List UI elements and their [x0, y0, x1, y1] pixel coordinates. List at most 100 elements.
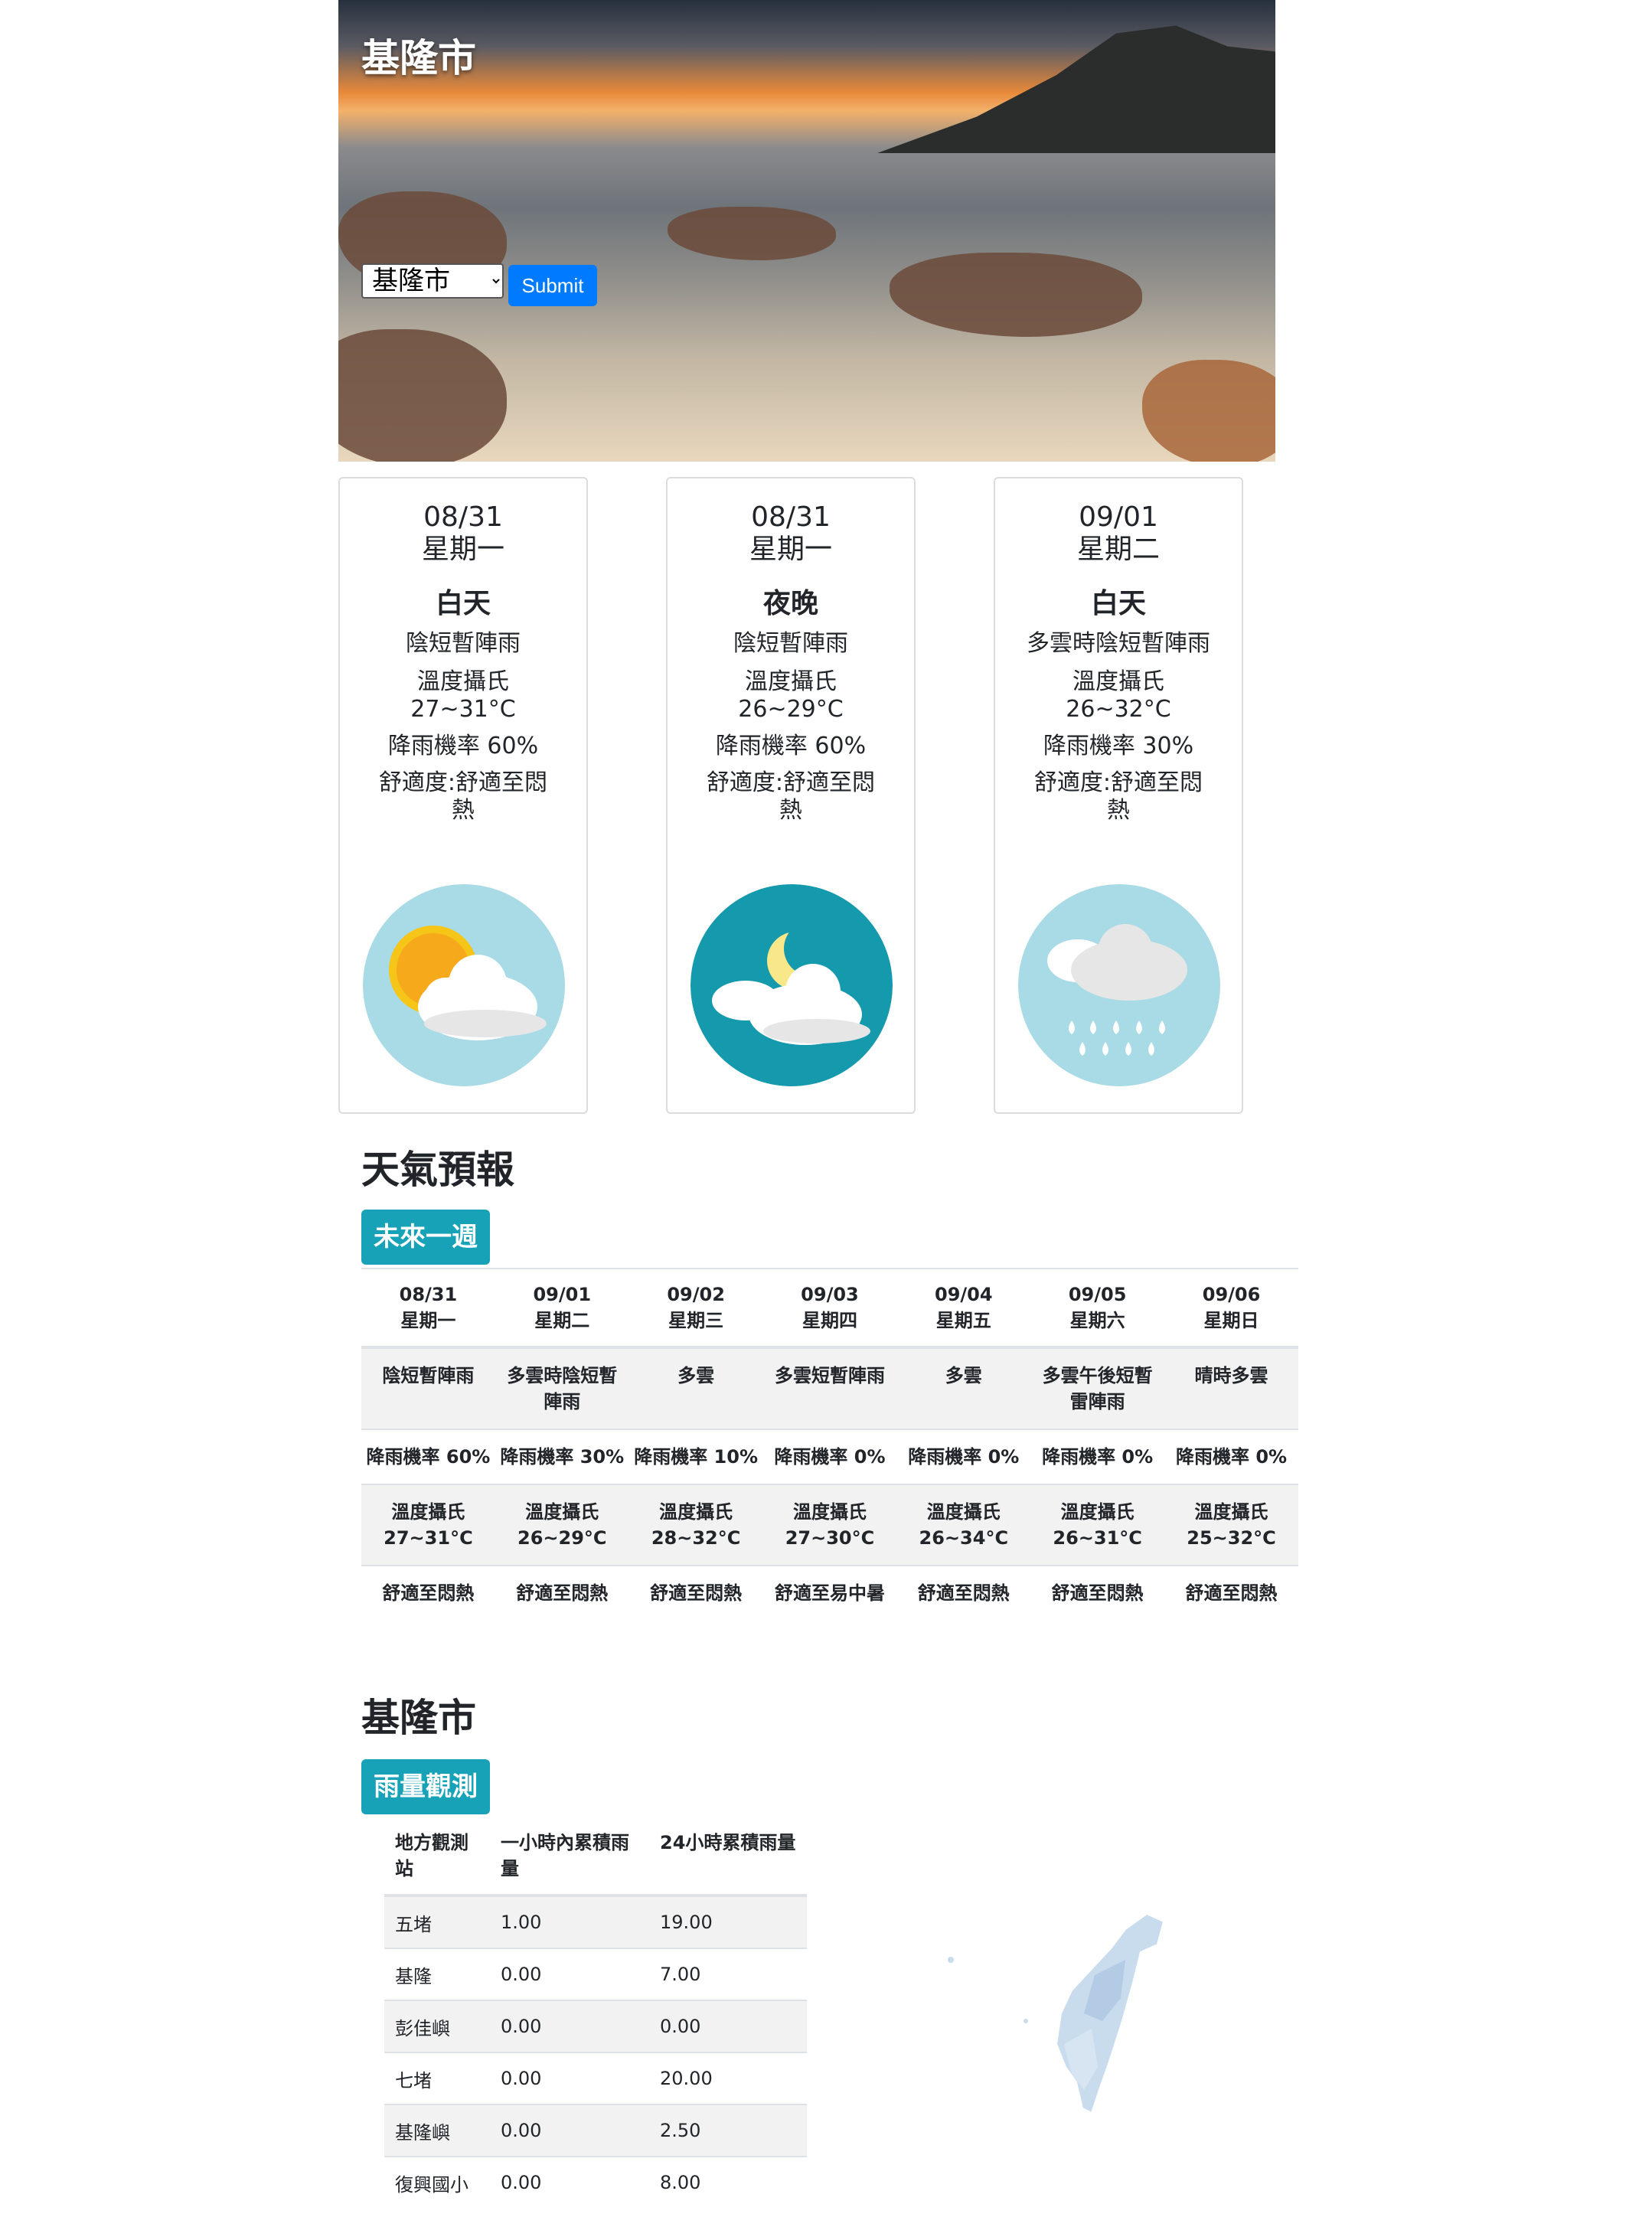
card-comfort: 舒適度:舒適至悶熱 [706, 769, 876, 824]
card-period: 白天 [435, 588, 491, 619]
temp-cell: 溫度攝氏 26~29°C [495, 1484, 629, 1566]
hour-rain-header: 一小時內累積雨量 [490, 1819, 649, 1897]
day-header: 09/01 星期二 [495, 1268, 629, 1349]
day-header: 09/06 星期日 [1164, 1268, 1298, 1349]
hour-rain-cell: 0.00 [490, 2052, 649, 2104]
card-date-text: 09/01 [1079, 501, 1158, 533]
day-header: 08/31 星期一 [361, 1268, 495, 1349]
day-rain-cell: 19.00 [649, 1895, 807, 1948]
day-date: 09/01 [533, 1284, 592, 1305]
comfort-cell: 舒適至易中暑 [762, 1565, 897, 1620]
weather-cell: 陰短暫陣雨 [361, 1347, 495, 1429]
card-temp-label: 溫度攝氏 [1072, 668, 1164, 695]
card-date: 09/01 星期二 [995, 501, 1242, 566]
hour-rain-cell: 0.00 [490, 2104, 649, 2157]
hero-rock [890, 253, 1142, 337]
comfort-cell: 舒適至悶熱 [361, 1565, 495, 1620]
forecast-card: 09/01 星期二 白天 多雲時陰短暫陣雨 溫度攝氏 26~32°C 降雨機率 30… [994, 477, 1243, 1114]
card-temp-label: 溫度攝氏 [417, 668, 509, 695]
hero-rock [668, 207, 836, 260]
station-cell: 基隆 [384, 1948, 490, 2000]
station-cell: 五堵 [384, 1895, 490, 1948]
forecast-card: 08/31 星期一 白天 陰短暫陣雨 溫度攝氏 27~31°C 降雨機率 60% 舒… [338, 477, 588, 1114]
card-temp-range: 26~29°C [738, 696, 844, 723]
card-weekday: 星期二 [1076, 534, 1160, 565]
card-temp: 溫度攝氏 26~29°C [699, 668, 883, 723]
partly-cloudy-night-icon [691, 884, 893, 1086]
table-header-row: 地方觀測站 一小時內累積雨量 24小時累積雨量 [384, 1819, 807, 1897]
table-row: 陰短暫陣雨 多雲時陰短暫陣雨 多雲 多雲短暫陣雨 多雲 多雲午後短暫雷陣雨 晴時… [361, 1347, 1298, 1429]
day-date: 09/05 [1068, 1284, 1127, 1305]
table-row: 基隆 0.00 7.00 [384, 1948, 807, 2000]
day-header: 09/05 星期六 [1030, 1268, 1165, 1349]
hero-mountain [877, 25, 1275, 153]
submit-button[interactable]: Submit [508, 265, 597, 306]
comfort-cell: 舒適至悶熱 [896, 1565, 1031, 1620]
card-temp-range: 27~31°C [410, 696, 516, 723]
city-select[interactable]: 基隆市 [361, 263, 504, 299]
card-weekday: 星期一 [421, 534, 504, 565]
forecast-title: 天氣預報 [361, 1148, 514, 1192]
card-comfort: 舒適度:舒適至悶熱 [1033, 769, 1203, 824]
station-cell: 彭佳嶼 [384, 2000, 490, 2052]
weekly-forecast-table: 08/31 星期一 09/01 星期二 09/02 星期三 09/03 星期四 09/0… [361, 1268, 1298, 1620]
day-rain-header: 24小時累積雨量 [649, 1819, 807, 1897]
taiwan-island-shape [1055, 1912, 1165, 2114]
day-rain-cell: 8.00 [649, 2156, 807, 2208]
day-date: 09/03 [801, 1284, 859, 1305]
hero-banner: 基隆市 基隆市 Submit [338, 0, 1275, 462]
temp-cell: 溫度攝氏 25~32°C [1164, 1484, 1298, 1566]
hero-rock [1142, 360, 1275, 462]
day-weekday: 星期三 [668, 1310, 724, 1331]
comfort-cell: 舒適至悶熱 [495, 1565, 629, 1620]
card-period: 白天 [1090, 588, 1146, 619]
station-cell: 七堵 [384, 2052, 490, 2104]
day-date: 09/02 [667, 1284, 725, 1305]
hour-rain-cell: 1.00 [490, 1895, 649, 1948]
weather-cell: 多雲午後短暫雷陣雨 [1030, 1347, 1165, 1429]
card-description: 陰短暫陣雨 [733, 630, 848, 657]
temp-cell: 溫度攝氏 26~31°C [1030, 1484, 1165, 1566]
hour-rain-cell: 0.00 [490, 2000, 649, 2052]
temp-cell: 溫度攝氏 28~32°C [628, 1484, 763, 1566]
station-cell: 基隆嶼 [384, 2104, 490, 2157]
weather-cell: 多雲短暫陣雨 [762, 1347, 897, 1429]
card-temp: 溫度攝氏 26~32°C [1027, 668, 1210, 723]
pop-cell: 降雨機率 0% [1164, 1429, 1298, 1484]
pop-cell: 降雨機率 60% [361, 1429, 495, 1484]
weather-cell: 多雲時陰短暫陣雨 [495, 1347, 629, 1429]
table-row: 彭佳嶼 0.00 0.00 [384, 2000, 807, 2052]
card-temp: 溫度攝氏 27~31°C [371, 668, 555, 723]
hour-rain-cell: 0.00 [490, 1948, 649, 2000]
day-header: 09/02 星期三 [628, 1268, 763, 1349]
pop-cell: 降雨機率 0% [1030, 1429, 1165, 1484]
day-weekday: 星期四 [802, 1310, 857, 1331]
card-temp-range: 26~32°C [1066, 696, 1171, 723]
table-row: 基隆嶼 0.00 2.50 [384, 2104, 807, 2157]
island-dot [1024, 2019, 1028, 2023]
day-date: 09/06 [1202, 1284, 1261, 1305]
taiwan-map [948, 1912, 1165, 2114]
day-weekday: 星期日 [1203, 1310, 1259, 1331]
comfort-cell: 舒適至悶熱 [628, 1565, 763, 1620]
card-date-text: 08/31 [423, 501, 503, 533]
comfort-cell: 舒適至悶熱 [1030, 1565, 1165, 1620]
station-cell: 復興國小 [384, 2156, 490, 2208]
table-row: 溫度攝氏 27~31°C 溫度攝氏 26~29°C 溫度攝氏 28~32°C 溫… [361, 1484, 1298, 1566]
day-rain-cell: 7.00 [649, 1948, 807, 2000]
day-header: 09/04 星期五 [896, 1268, 1031, 1349]
card-date: 08/31 星期一 [340, 501, 586, 566]
card-date-text: 08/31 [751, 501, 831, 533]
hour-rain-cell: 0.00 [490, 2156, 649, 2208]
table-header-row: 08/31 星期一 09/01 星期二 09/02 星期三 09/03 星期四 09/0… [361, 1268, 1298, 1349]
day-weekday: 星期六 [1069, 1310, 1125, 1331]
rain-cloud-icon [1018, 884, 1220, 1086]
card-weekday: 星期一 [749, 534, 832, 565]
comfort-cell: 舒適至悶熱 [1164, 1565, 1298, 1620]
pop-cell: 降雨機率 0% [896, 1429, 1031, 1484]
table-row: 復興國小 0.00 8.00 [384, 2156, 807, 2208]
island-dot [948, 1957, 954, 1963]
card-pop: 降雨機率 30% [1043, 733, 1194, 759]
table-row: 五堵 1.00 19.00 [384, 1895, 807, 1948]
day-date: 08/31 [399, 1284, 458, 1305]
